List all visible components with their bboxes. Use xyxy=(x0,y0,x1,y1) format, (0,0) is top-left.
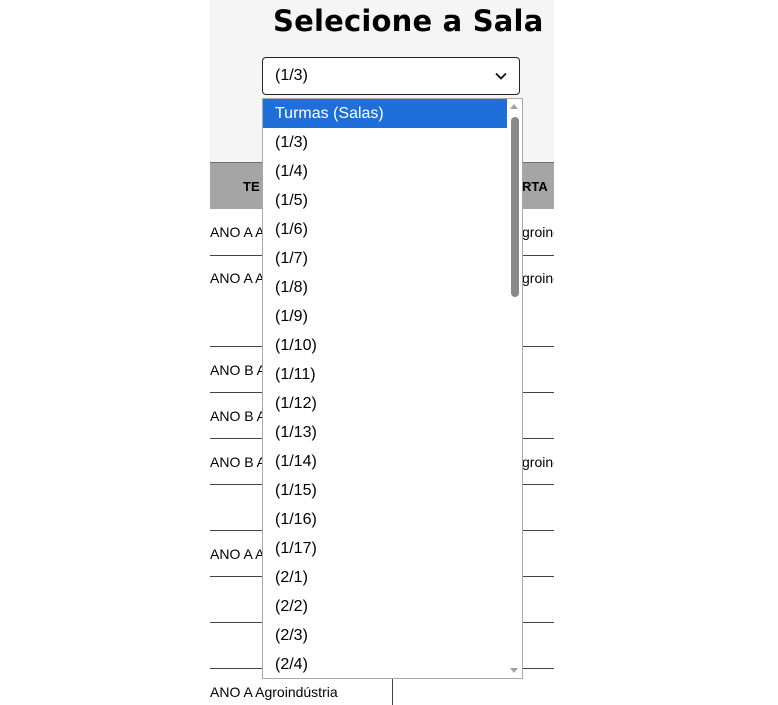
dropdown-option[interactable]: (1/3) xyxy=(263,128,508,157)
dropdown-option[interactable]: (1/7) xyxy=(263,244,508,273)
chevron-down-icon xyxy=(495,72,507,80)
table-cell: ANO B A xyxy=(210,454,267,470)
table-cell: ANO A Agroindústria xyxy=(210,684,338,700)
room-dropdown-list[interactable]: Turmas (Salas) (1/3) (1/4) (1/5) (1/6) (… xyxy=(262,98,523,679)
dropdown-option[interactable]: Turmas (Salas) xyxy=(263,99,508,128)
dropdown-option[interactable]: (2/1) xyxy=(263,563,508,592)
table-cell: groinc xyxy=(522,454,554,470)
column-divider xyxy=(392,678,393,705)
dropdown-option[interactable]: (1/11) xyxy=(263,360,508,389)
dropdown-option[interactable]: (2/2) xyxy=(263,592,508,621)
table-cell: groinc xyxy=(522,270,554,286)
table-header-left: TE xyxy=(243,179,260,194)
triangle-up-icon[interactable] xyxy=(510,104,518,109)
table-cell: ANO A A xyxy=(210,270,265,286)
dropdown-option[interactable]: (1/6) xyxy=(263,215,508,244)
dropdown-option[interactable]: (2/4) xyxy=(263,650,508,678)
dropdown-option[interactable]: (1/15) xyxy=(263,476,508,505)
triangle-down-icon[interactable] xyxy=(510,668,518,673)
dropdown-option[interactable]: (1/8) xyxy=(263,273,508,302)
dropdown-option[interactable]: (1/16) xyxy=(263,505,508,534)
dropdown-option[interactable]: (1/14) xyxy=(263,447,508,476)
table-cell: ANO A A xyxy=(210,224,265,240)
table-cell: groinc xyxy=(522,224,554,240)
table-cell: ANO B A xyxy=(210,408,267,424)
scrollbar-thumb[interactable] xyxy=(511,117,519,297)
room-select-value: (1/3) xyxy=(275,67,308,84)
table-header-right: RTA xyxy=(522,179,548,194)
table-cell: ANO A A xyxy=(210,546,265,562)
room-select[interactable]: (1/3) xyxy=(262,57,520,95)
dropdown-option[interactable]: (1/10) xyxy=(263,331,508,360)
dropdown-option[interactable]: (2/3) xyxy=(263,621,508,650)
dropdown-option[interactable]: (1/13) xyxy=(263,418,508,447)
dropdown-option[interactable]: (1/5) xyxy=(263,186,508,215)
dropdown-scrollbar[interactable] xyxy=(507,99,522,678)
table-cell: ANO B A xyxy=(210,362,267,378)
dropdown-option[interactable]: (1/4) xyxy=(263,157,508,186)
dropdown-option[interactable]: (1/12) xyxy=(263,389,508,418)
dropdown-option[interactable]: (1/17) xyxy=(263,534,508,563)
dropdown-option[interactable]: (1/9) xyxy=(263,302,508,331)
page-title: Selecione a Sala xyxy=(273,4,544,38)
